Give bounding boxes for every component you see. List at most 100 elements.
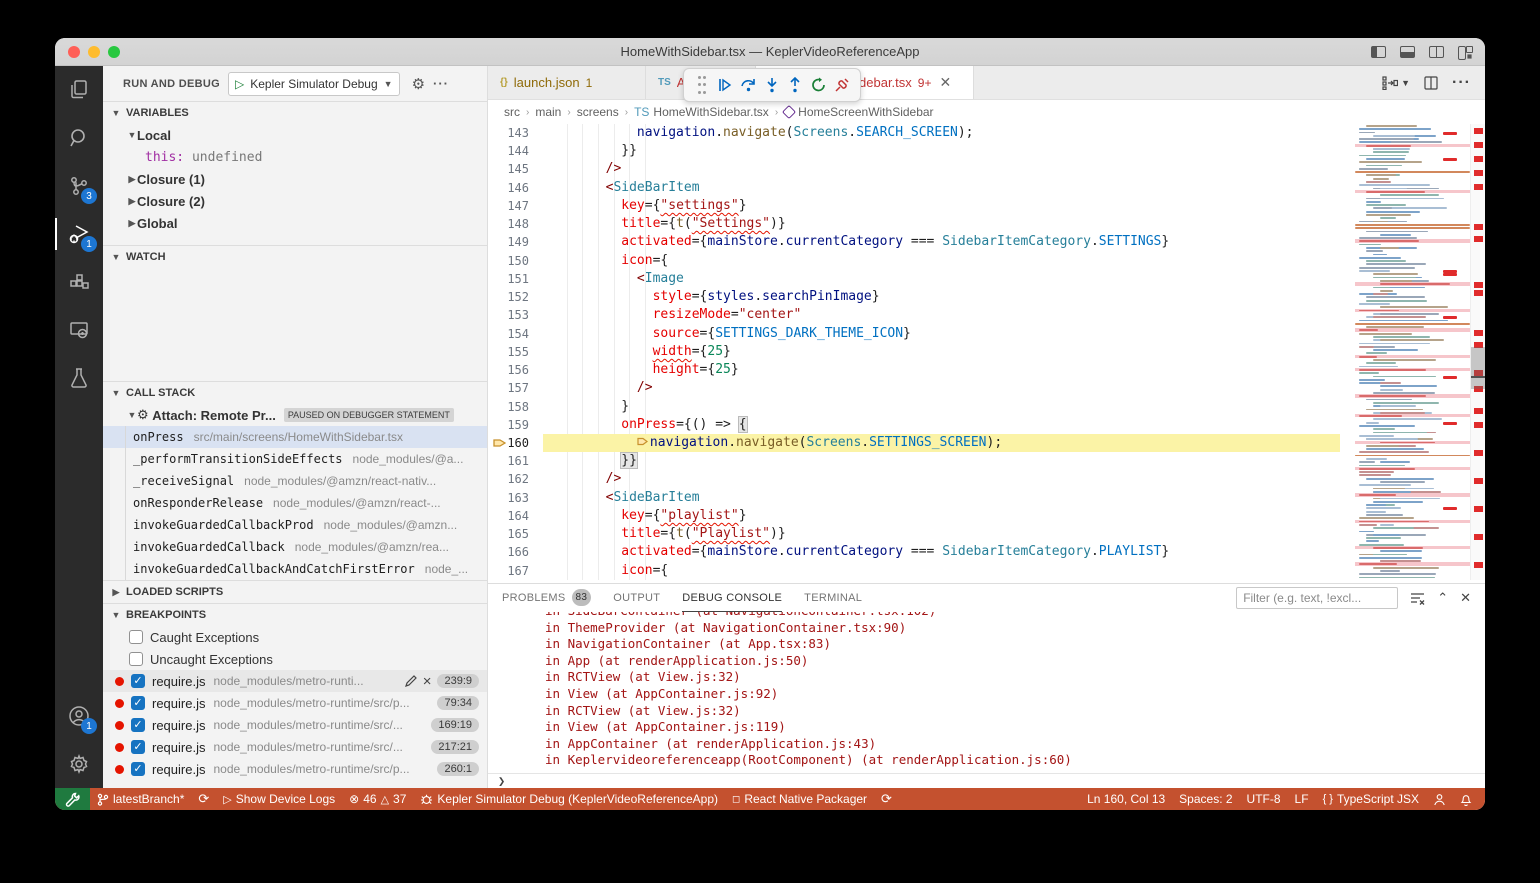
explorer-icon[interactable] [55,66,103,114]
source-control-icon[interactable]: 3 [55,162,103,210]
filter-icon[interactable] [1410,592,1425,605]
breakpoint-row[interactable]: ✓require.jsnode_modules/metro-runtime/sr… [103,692,487,714]
code-line-158[interactable]: } [543,398,1340,416]
line-number[interactable]: 157 [488,379,543,397]
customize-layout-icon[interactable] [1458,46,1473,58]
toolbar-drag-handle[interactable] [692,75,712,95]
code-line-152[interactable]: style={styles.searchPinImage} [543,288,1340,306]
breakpoint-checkbox[interactable]: ✓ [131,762,145,776]
stack-frame-row[interactable]: invokeGuardedCallbackAndCatchFirstErrorn… [103,558,487,580]
uncaught-exceptions-checkbox[interactable] [129,652,143,666]
step-over-icon[interactable] [739,75,759,95]
search-icon[interactable] [55,114,103,162]
debug-console-output[interactable]: in SideBarContainer (at NavigationContai… [488,612,1485,774]
line-number[interactable]: 147 [488,197,543,215]
debug-console-input[interactable]: ❯ [488,773,1485,788]
accounts-icon[interactable]: 1 [55,692,103,740]
stack-frame-row[interactable]: _performTransitionSideEffectsnode_module… [103,448,487,470]
line-number[interactable]: 163 [488,489,543,507]
editor-tab-launch-json[interactable]: {}launch.json1 [488,66,646,99]
code-line-148[interactable]: title={t("Settings")} [543,215,1340,233]
code-line-154[interactable]: source={SETTINGS_DARK_THEME_ICON} [543,325,1340,343]
line-number[interactable]: 164 [488,507,543,525]
line-number[interactable]: 159 [488,416,543,434]
scope-closure-1[interactable]: ▶ Closure (1) [103,168,487,190]
line-number[interactable]: 167 [488,562,543,580]
scope-local[interactable]: ▼ Local [103,124,487,146]
breadcrumb-item[interactable]: screens [577,105,619,119]
editor-action-compare-icon[interactable]: ▼ [1382,76,1410,90]
status-language-mode[interactable]: { }TypeScript JSX [1316,788,1426,810]
line-number[interactable]: 144 [488,142,543,160]
step-out-icon[interactable] [785,75,805,95]
zoom-window-button[interactable] [108,46,120,58]
line-number[interactable]: 166 [488,543,543,561]
edit-breakpoint-icon[interactable] [405,675,417,687]
code-content[interactable]: navigation.navigate(Screens.SEARCH_SCREE… [543,124,1340,580]
line-number[interactable]: 149 [488,233,543,251]
status-react-native-packager[interactable]: ◻React Native Packager [725,788,874,810]
code-line-149[interactable]: activated={mainStore.currentCategory ===… [543,233,1340,251]
breakpoint-row[interactable]: ✓require.jsnode_modules/metro-runtime/sr… [103,714,487,736]
editor-more-actions-icon[interactable]: ··· [1452,74,1471,92]
code-line-163[interactable]: <SideBarItem [543,489,1340,507]
watch-header[interactable]: ▼ WATCH [103,246,487,268]
code-line-162[interactable]: /> [543,470,1340,488]
code-line-167[interactable]: icon={ [543,562,1340,580]
console-filter-input[interactable] [1236,587,1398,609]
breakpoints-header[interactable]: ▼ BREAKPOINTS [103,604,487,626]
line-number[interactable]: 148 [488,215,543,233]
line-number[interactable]: 145 [488,160,543,178]
breadcrumb-item[interactable]: TSHomeWithSidebar.tsx [634,105,769,119]
status-cursor-position[interactable]: Ln 160, Col 13 [1080,788,1172,810]
variables-header[interactable]: ▼ VARIABLES [103,102,487,124]
status-sync-2[interactable]: ⟳ [874,788,899,810]
line-number[interactable]: 150 [488,252,543,270]
code-line-160[interactable]: navigation.navigate(Screens.SETTINGS_SCR… [543,434,1340,452]
breadcrumb-item[interactable]: src [504,105,520,119]
stack-frame-row[interactable]: onResponderReleasenode_modules/@amzn/rea… [103,492,487,514]
line-number[interactable]: 146 [488,179,543,197]
breakpoint-row[interactable]: ✓require.jsnode_modules/metro-runtime/sr… [103,758,487,780]
line-number[interactable]: 155 [488,343,543,361]
code-line-164[interactable]: key={"playlist"} [543,507,1340,525]
line-number[interactable]: 153 [488,306,543,324]
panel-tab-output[interactable]: OUTPUT [613,584,660,612]
status-branch[interactable]: latestBranch* [90,788,191,810]
breakpoint-row[interactable]: ✓require.jsnode_modules/metro-runti...×2… [103,670,487,692]
line-number[interactable]: 162 [488,470,543,488]
status-sync[interactable]: ⟳ [191,788,216,810]
disconnect-icon[interactable] [832,75,852,95]
restart-icon[interactable] [809,75,829,95]
minimize-window-button[interactable] [88,46,100,58]
toggle-primary-sidebar-icon[interactable] [1371,46,1386,58]
debug-session-row[interactable]: ▼ ⚙ Attach: Remote Pr... PAUSED ON DEBUG… [103,404,487,426]
minimap[interactable] [1355,124,1470,580]
stack-frame-row[interactable]: onPresssrc/main/screens/HomeWithSidebar.… [103,426,487,448]
status-problems[interactable]: ⊗46△37 [342,788,413,810]
code-line-144[interactable]: }} [543,142,1340,160]
code-line-153[interactable]: resizeMode="center" [543,306,1340,324]
line-number[interactable]: 160 [488,434,543,452]
code-line-155[interactable]: width={25} [543,343,1340,361]
line-number[interactable]: 151 [488,270,543,288]
editor-gutter[interactable]: 1431441451461471481491501511521531541551… [488,124,543,580]
settings-icon[interactable] [55,740,103,788]
line-number[interactable]: 165 [488,525,543,543]
breakpoint-checkbox[interactable]: ✓ [131,696,145,710]
code-line-157[interactable]: /> [543,379,1340,397]
close-panel-icon[interactable]: ✕ [1460,590,1471,606]
breakpoint-checkbox[interactable]: ✓ [131,718,145,732]
status-feedback[interactable] [1426,788,1453,810]
status-show-device-logs[interactable]: ▷Show Device Logs [216,788,342,810]
debug-settings-gear-icon[interactable]: ⚙ [412,75,425,93]
line-number[interactable]: 161 [488,452,543,470]
toggle-panel-icon[interactable] [1400,46,1415,58]
stack-frame-row[interactable]: invokeGuardedCallbacknode_modules/@amzn/… [103,536,487,558]
scrollbar-thumb[interactable] [1471,347,1485,389]
variable-this[interactable]: this: undefined [103,146,487,168]
toggle-secondary-sidebar-icon[interactable] [1429,46,1444,58]
code-line-145[interactable]: /> [543,160,1340,178]
sidebar-more-actions-icon[interactable]: ··· [433,76,449,91]
status-debug-session[interactable]: Kepler Simulator Debug (KeplerVideoRefer… [413,788,725,810]
